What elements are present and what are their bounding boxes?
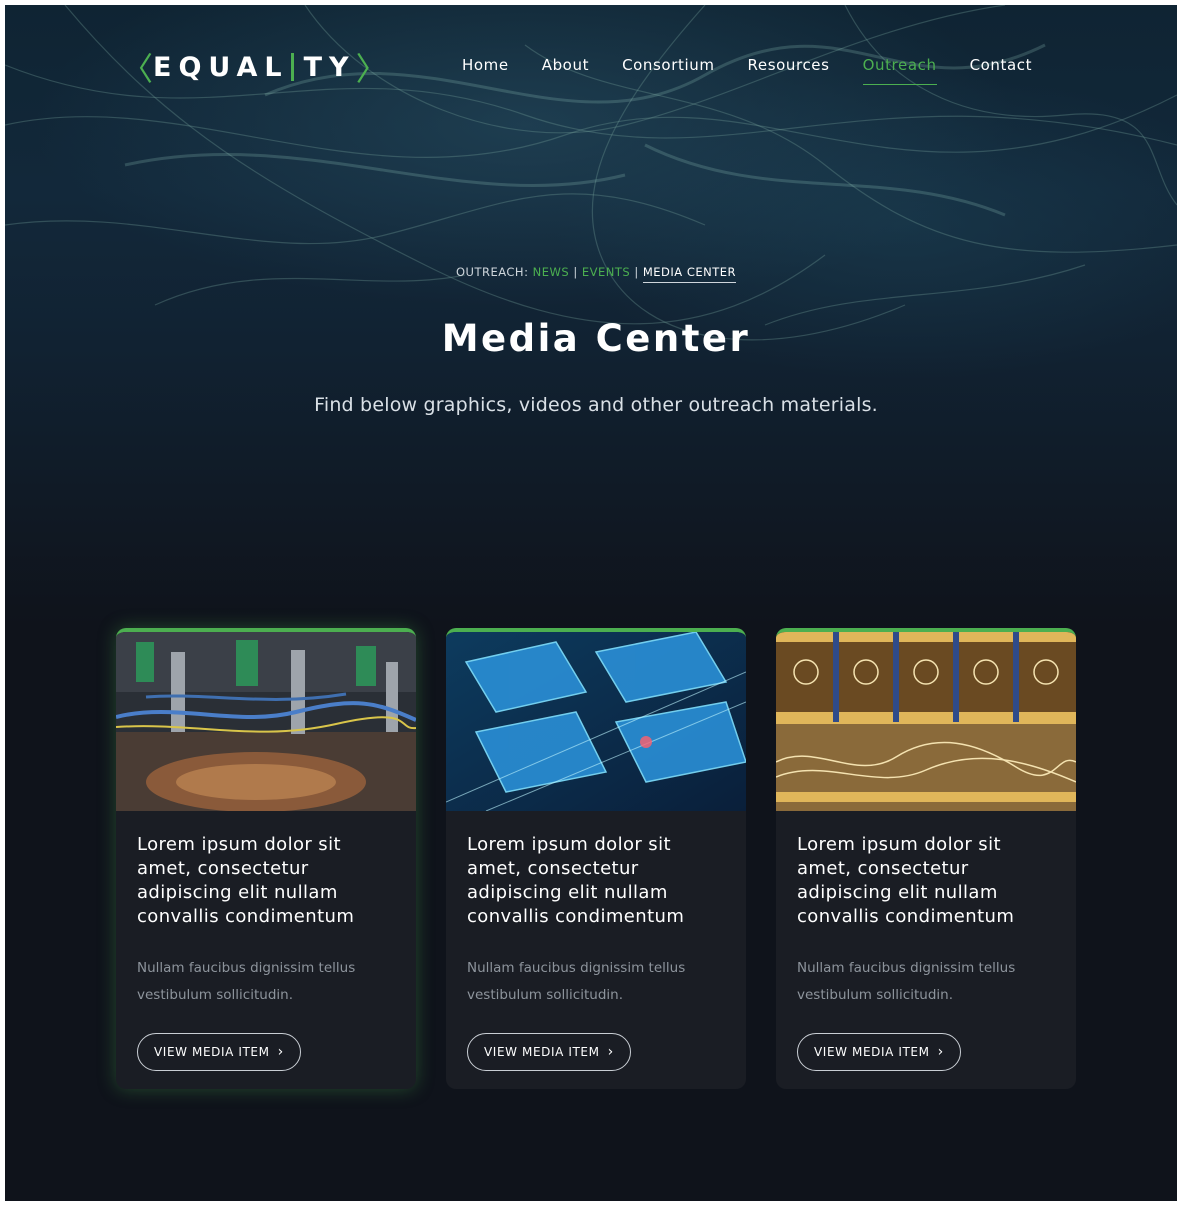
media-card[interactable]: Lorem ipsum dolor sit amet, consectetur … xyxy=(776,628,1076,1089)
chevron-right-icon: › xyxy=(937,1044,944,1060)
nav-resources[interactable]: Resources xyxy=(748,55,830,85)
nav-consortium[interactable]: Consortium xyxy=(622,55,714,85)
nav-outreach[interactable]: Outreach xyxy=(862,55,937,85)
media-card[interactable]: Lorem ipsum dolor sit amet, consectetur … xyxy=(446,628,746,1089)
quantum-computer-image xyxy=(776,632,1076,811)
breadcrumb-news-link[interactable]: NEWS xyxy=(533,265,570,279)
logo-divider-icon xyxy=(290,53,294,81)
breadcrumb-separator: | xyxy=(573,265,578,279)
site-logo[interactable]: 〈 EQUAL TY 〉 xyxy=(121,47,388,88)
page: 〈 EQUAL TY 〉 Home About Consortium Resou… xyxy=(5,5,1177,1201)
button-label: VIEW MEDIA ITEM xyxy=(484,1045,600,1059)
main-nav: Home About Consortium Resources Outreach… xyxy=(462,55,1065,85)
hero-background-fibers xyxy=(5,5,1177,341)
card-description: Nullam faucibus dignissim tellus vestibu… xyxy=(137,960,356,1003)
hero-section xyxy=(5,5,1177,625)
card-title: Lorem ipsum dolor sit amet, consectetur … xyxy=(797,834,1015,927)
breadcrumb-separator: | xyxy=(634,265,639,279)
card-description: Nullam faucibus dignissim tellus vestibu… xyxy=(467,960,686,1003)
logo-left-bracket-icon: 〈 xyxy=(121,50,154,88)
chevron-right-icon: › xyxy=(277,1044,284,1060)
nav-home[interactable]: Home xyxy=(462,55,509,85)
logo-text-left: EQUAL xyxy=(153,51,289,83)
breadcrumb-prefix: OUTREACH: xyxy=(455,265,529,279)
logo-text-right: TY xyxy=(303,51,356,83)
logo-right-bracket-icon: 〉 xyxy=(355,50,388,88)
button-label: VIEW MEDIA ITEM xyxy=(814,1045,930,1059)
card-title: Lorem ipsum dolor sit amet, consectetur … xyxy=(137,834,355,927)
page-subtitle: Find below graphics, videos and other ou… xyxy=(314,394,878,416)
view-media-item-button[interactable]: VIEW MEDIA ITEM › xyxy=(137,1033,301,1071)
lab-equipment-image xyxy=(116,632,416,811)
nav-about[interactable]: About xyxy=(542,55,589,85)
card-title: Lorem ipsum dolor sit amet, consectetur … xyxy=(467,834,685,927)
card-description: Nullam faucibus dignissim tellus vestibu… xyxy=(797,960,1016,1003)
chip-circuit-image xyxy=(446,632,746,811)
chevron-right-icon: › xyxy=(607,1044,614,1060)
button-label: VIEW MEDIA ITEM xyxy=(154,1045,270,1059)
breadcrumb-events-link[interactable]: EVENTS xyxy=(582,265,630,279)
view-media-item-button[interactable]: VIEW MEDIA ITEM › xyxy=(467,1033,631,1071)
media-card[interactable]: Lorem ipsum dolor sit amet, consectetur … xyxy=(116,628,416,1089)
breadcrumb: OUTREACH: NEWS | EVENTS | MEDIA CENTER xyxy=(5,265,1177,283)
nav-contact[interactable]: Contact xyxy=(970,55,1033,85)
page-title: Media Center xyxy=(441,317,751,360)
view-media-item-button[interactable]: VIEW MEDIA ITEM › xyxy=(797,1033,961,1071)
breadcrumb-current: MEDIA CENTER xyxy=(642,265,736,283)
